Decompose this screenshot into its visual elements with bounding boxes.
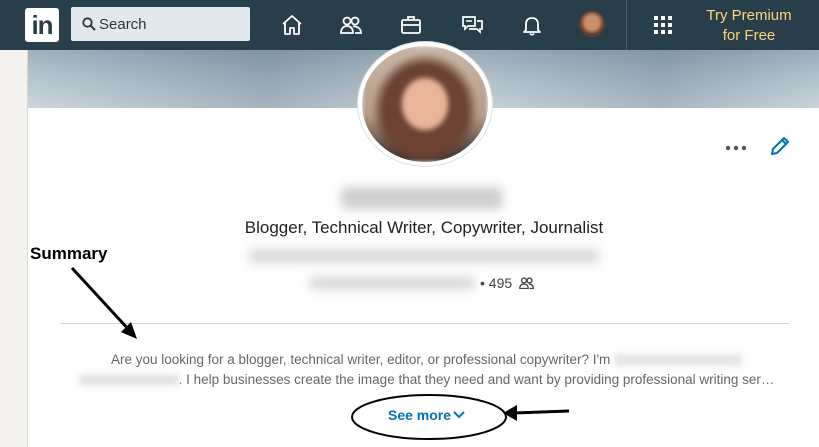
- summary-text: Are you looking for a blogger, technical…: [60, 350, 793, 390]
- connections-number: 495: [488, 275, 513, 291]
- jobs-icon[interactable]: [399, 13, 423, 37]
- me-avatar[interactable]: [579, 11, 605, 37]
- search-box[interactable]: [71, 7, 250, 41]
- profile-headline: Blogger, Technical Writer, Copywriter, J…: [244, 218, 604, 237]
- my-network-icon[interactable]: [339, 13, 363, 37]
- summary-annotation-label: Summary: [30, 244, 108, 263]
- education-line-redacted: [249, 249, 599, 263]
- search-input[interactable]: [99, 7, 244, 41]
- logo-text: in: [31, 10, 53, 40]
- try-premium-link[interactable]: Try Premium for Free: [700, 6, 798, 46]
- section-divider: [60, 323, 789, 324]
- connections-bullet: •: [480, 275, 485, 291]
- location-redacted: [310, 276, 474, 290]
- summary-name-redacted: [614, 354, 743, 367]
- edit-pencil-icon[interactable]: [769, 135, 791, 157]
- notifications-icon[interactable]: [520, 13, 544, 37]
- connections-count[interactable]: • 495: [480, 275, 534, 291]
- profile-name-redacted: [341, 187, 503, 209]
- profile-photo[interactable]: [358, 42, 492, 166]
- home-icon[interactable]: [280, 13, 304, 37]
- profile-card: Blogger, Technical Writer, Copywriter, J…: [27, 42, 819, 447]
- summary-company-redacted: [78, 374, 179, 387]
- summary-line-2: . I help businesses create the image tha…: [178, 372, 775, 387]
- summary-line-1: Are you looking for a blogger, technical…: [110, 352, 611, 367]
- more-options-icon[interactable]: [724, 138, 748, 158]
- search-icon: [82, 17, 96, 31]
- premium-line-1: Try Premium: [706, 7, 792, 24]
- nav-divider: [626, 0, 627, 50]
- connections-icon: [519, 277, 534, 289]
- work-grid-icon[interactable]: [653, 15, 673, 35]
- linkedin-logo[interactable]: in: [25, 8, 59, 42]
- chevron-down-icon: [453, 411, 465, 419]
- see-more-label: See more: [388, 407, 452, 423]
- messaging-icon[interactable]: [460, 13, 484, 37]
- see-more-button[interactable]: See more: [388, 407, 465, 423]
- premium-line-2: for Free: [722, 27, 776, 44]
